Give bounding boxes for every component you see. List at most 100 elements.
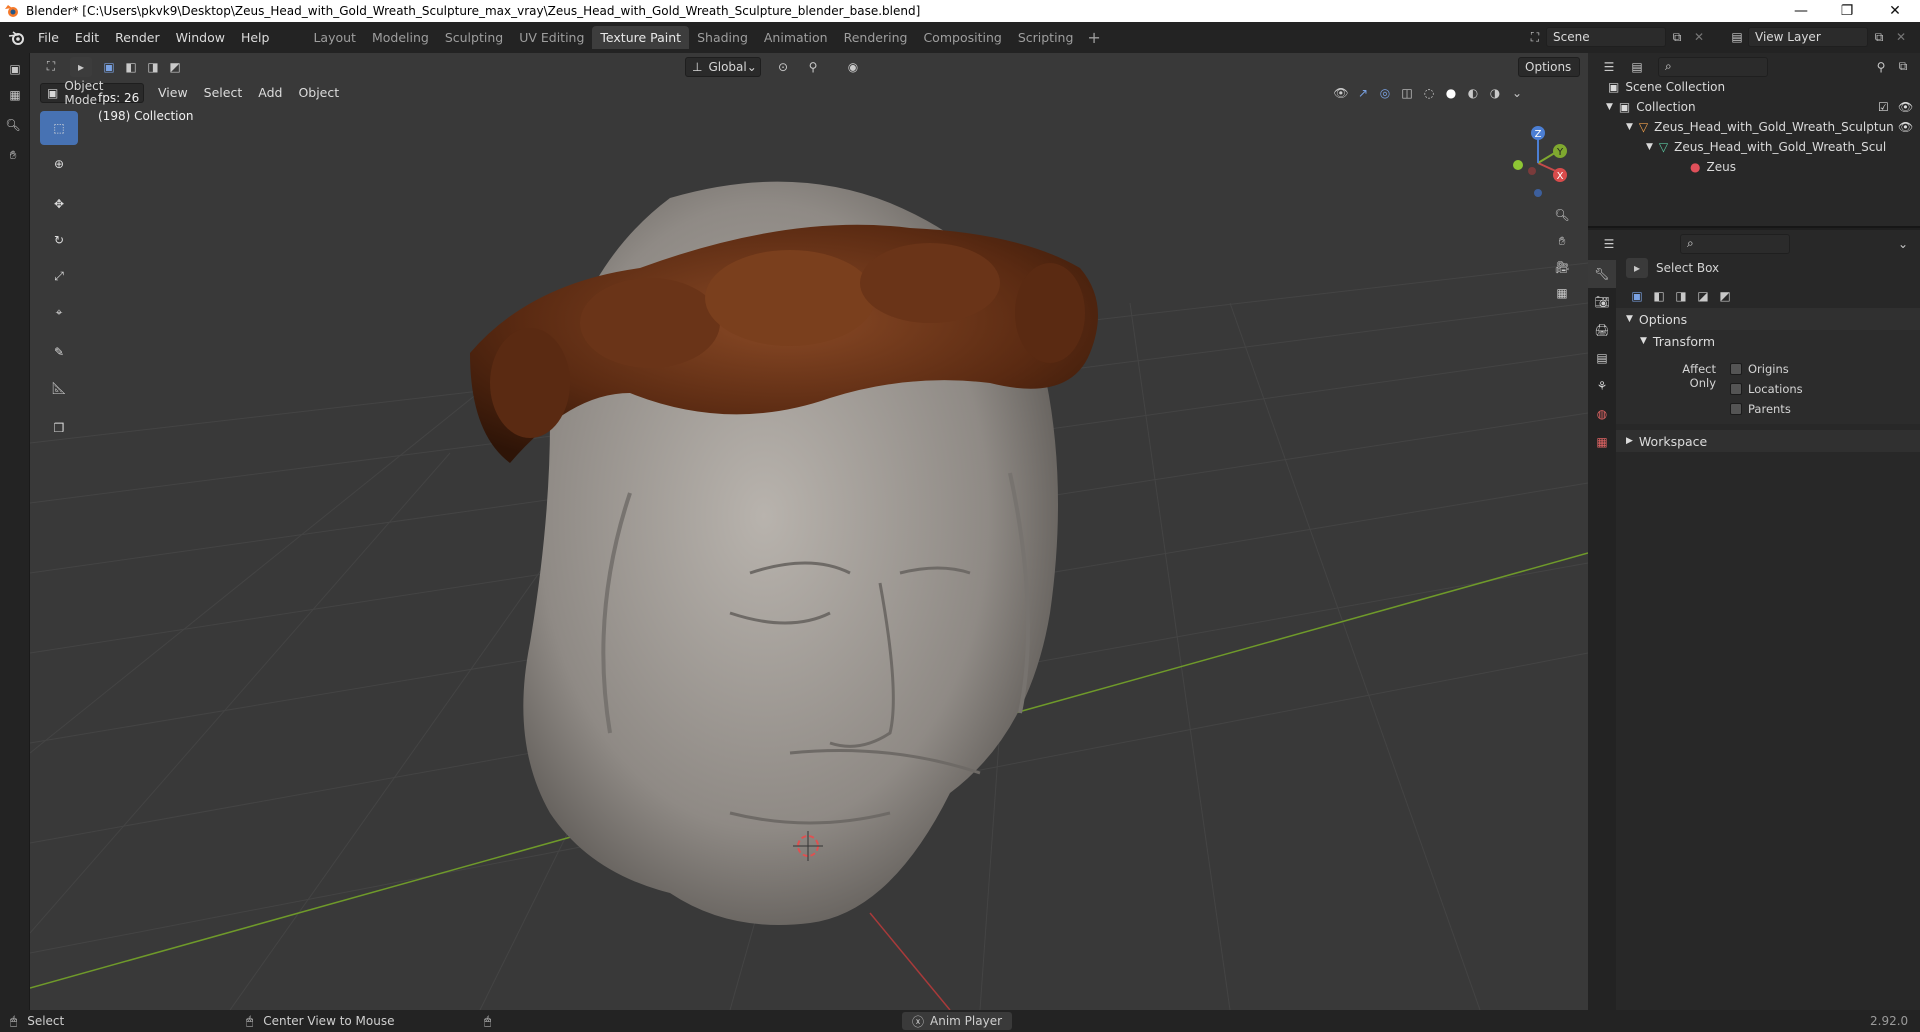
viewport-menu-select[interactable]: Select <box>196 85 251 100</box>
pan-hand-icon[interactable]: ✋︎ <box>2 145 24 165</box>
delete-scene-icon[interactable]: ✕ <box>1688 27 1710 47</box>
workspace-panel-header[interactable]: ▶ Workspace <box>1616 430 1920 452</box>
view-layer-icon[interactable]: ▤ <box>1726 27 1748 47</box>
menu-edit[interactable]: Edit <box>67 30 107 45</box>
texture-icon[interactable]: ▦ <box>4 85 26 105</box>
scene-icon[interactable]: ⛶ <box>1524 27 1546 47</box>
shading-wireframe-icon[interactable]: ◌ <box>1418 83 1440 103</box>
expand-arrow-icon[interactable]: ▼ <box>1646 142 1653 152</box>
tab-texture-icon[interactable]: ▦ <box>1588 428 1616 456</box>
proportional-edit-icon[interactable]: ◉ <box>842 57 864 77</box>
select-intersect-icon[interactable]: ◩ <box>1714 286 1736 306</box>
properties-editor[interactable]: ☰ ⌕ ⌄ 🔧︎ 📷︎ 🖨︎ ▤ ⚘ ◍ ▦ ▸ Select Box ▣ ◧ … <box>1588 230 1920 1010</box>
tab-compositing[interactable]: Compositing <box>915 26 1009 49</box>
tab-rendering[interactable]: Rendering <box>836 26 916 49</box>
add-workspace-button[interactable]: + <box>1081 28 1106 47</box>
scene-field[interactable]: Scene <box>1546 27 1666 47</box>
zoom-icon[interactable]: 🔍︎ <box>2 115 24 135</box>
properties-search-input[interactable]: ⌕ <box>1680 233 1790 254</box>
select-extend-icon[interactable]: ◧ <box>1648 286 1670 306</box>
new-view-layer-icon[interactable]: ⧉ <box>1868 27 1890 47</box>
viewport-menu-object[interactable]: Object <box>290 85 347 100</box>
expand-arrow-icon[interactable]: ▼ <box>1626 122 1633 132</box>
restore-button[interactable]: ❐ <box>1824 0 1870 22</box>
outliner-scene-collection[interactable]: ▣ Scene Collection <box>1588 77 1920 97</box>
tab-scene-icon[interactable]: ⚘ <box>1588 372 1616 400</box>
anim-player-button[interactable]: ⓧ Anim Player <box>902 1012 1013 1030</box>
select-difference-icon[interactable]: ◪ <box>1692 286 1714 306</box>
filter-icon[interactable]: ⚲ <box>1870 57 1892 77</box>
new-scene-icon[interactable]: ⧉ <box>1666 27 1688 47</box>
tab-world-icon[interactable]: ◍ <box>1588 400 1616 428</box>
outliner-mesh[interactable]: ▼ ▽ Zeus_Head_with_Gold_Wreath_Scul <box>1588 137 1920 157</box>
outliner-material[interactable]: ● Zeus <box>1588 157 1920 177</box>
editor-type-icon[interactable]: ▣ <box>4 59 26 79</box>
locations-checkbox[interactable]: Locations <box>1730 382 1803 396</box>
locations-checkbox-box[interactable] <box>1730 383 1742 395</box>
close-button[interactable]: ✕ <box>1872 0 1918 22</box>
select-mode-subtract-icon[interactable]: ◨ <box>142 57 164 77</box>
tab-texture-paint[interactable]: Texture Paint <box>592 26 690 49</box>
outliner-editor-type-icon[interactable]: ☰ <box>1598 57 1620 77</box>
navigation-gizmo[interactable]: X Y Z <box>1488 113 1588 213</box>
origins-checkbox[interactable]: Origins <box>1730 362 1789 376</box>
outliner-search-input[interactable]: ⌕ <box>1658 56 1768 77</box>
transform-tool[interactable]: ⌖ <box>40 295 78 329</box>
select-box-tool-icon[interactable]: ▸ <box>1626 258 1648 278</box>
neg-z-handle[interactable] <box>1534 189 1542 197</box>
close-circle-icon[interactable]: ⓧ <box>912 1013 924 1030</box>
select-mode-extend-icon[interactable]: ◧ <box>120 57 142 77</box>
view-layer-field[interactable]: View Layer <box>1748 27 1868 47</box>
tab-output-icon[interactable]: 🖨︎ <box>1588 316 1616 344</box>
shading-solid-icon[interactable]: ● <box>1440 83 1462 103</box>
move-tool[interactable]: ✥ <box>40 187 78 221</box>
pan-view-icon[interactable]: ✋︎ <box>1551 231 1573 251</box>
tab-tool-icon[interactable]: 🔧︎ <box>1588 260 1616 288</box>
menu-file[interactable]: File <box>30 30 67 45</box>
tab-layout[interactable]: Layout <box>305 26 364 49</box>
overlays-icon[interactable]: ◎ <box>1374 83 1396 103</box>
shading-rendered-icon[interactable]: ◑ <box>1484 83 1506 103</box>
origins-checkbox-box[interactable] <box>1730 363 1742 375</box>
tool-select-icon[interactable]: ▸ <box>70 56 92 77</box>
editor-type-icon[interactable]: ⛶ <box>40 57 62 77</box>
parents-checkbox-box[interactable] <box>1730 403 1742 415</box>
viewport-menu-add[interactable]: Add <box>250 85 290 100</box>
visibility-icon[interactable]: 👁︎ <box>1330 83 1352 103</box>
tab-shading[interactable]: Shading <box>689 26 756 49</box>
tab-view-layer-icon[interactable]: ▤ <box>1588 344 1616 372</box>
new-collection-icon[interactable]: ⧉ <box>1892 57 1914 77</box>
minimize-button[interactable]: — <box>1778 0 1824 22</box>
scale-tool[interactable]: ⤢ <box>40 259 78 293</box>
properties-editor-type-icon[interactable]: ☰ <box>1598 234 1620 254</box>
3d-viewport[interactable]: ⛶ ▸ ▣ ◧ ◨ ◩ ⊥ Global ⌄ ⊙ ⚲ ◉ Options ▣ O… <box>30 53 1588 1010</box>
select-mode-intersect-icon[interactable]: ◩ <box>164 57 186 77</box>
tab-sculpting[interactable]: Sculpting <box>437 26 511 49</box>
select-subtract-icon[interactable]: ◨ <box>1670 286 1692 306</box>
select-mode-new-icon[interactable]: ▣ <box>98 57 120 77</box>
snap-icon[interactable]: ⚲ <box>802 57 824 77</box>
pivot-point-icon[interactable]: ⊙ <box>772 57 794 77</box>
eye-icon[interactable]: 👁︎ <box>1898 100 1913 114</box>
zoom-view-icon[interactable]: 🔍︎ <box>1551 205 1573 225</box>
options-dropdown[interactable]: Options <box>1518 57 1580 77</box>
camera-view-icon[interactable]: 🎥︎ <box>1551 257 1573 277</box>
perspective-toggle-icon[interactable]: ▦ <box>1551 283 1573 303</box>
tab-modeling[interactable]: Modeling <box>364 26 437 49</box>
gizmo-icon[interactable]: ↗ <box>1352 83 1374 103</box>
parents-checkbox[interactable]: Parents <box>1730 402 1791 416</box>
shading-material-icon[interactable]: ◐ <box>1462 83 1484 103</box>
rotate-tool[interactable]: ↻ <box>40 223 78 257</box>
transform-subpanel-header[interactable]: ▼ Transform <box>1616 330 1920 352</box>
options-panel-header[interactable]: ▼ Options <box>1616 308 1920 330</box>
expand-arrow-icon[interactable]: ▼ <box>1606 102 1613 112</box>
tab-uv-editing[interactable]: UV Editing <box>511 26 592 49</box>
shading-options-icon[interactable]: ⌄ <box>1506 83 1528 103</box>
outliner[interactable]: ☰ ▤ ⌕ ⚲ ⧉ ▣ Scene Collection ▼ ▣ Collect… <box>1588 53 1920 228</box>
select-new-icon[interactable]: ▣ <box>1626 286 1648 306</box>
exclude-checkbox-icon[interactable]: ☑ <box>1878 100 1889 114</box>
cursor-tool[interactable]: ⊕ <box>40 147 78 181</box>
chevron-down-icon[interactable]: ⌄ <box>1892 234 1914 254</box>
neg-y-handle[interactable] <box>1513 160 1523 170</box>
blender-menu-icon[interactable] <box>8 30 26 46</box>
